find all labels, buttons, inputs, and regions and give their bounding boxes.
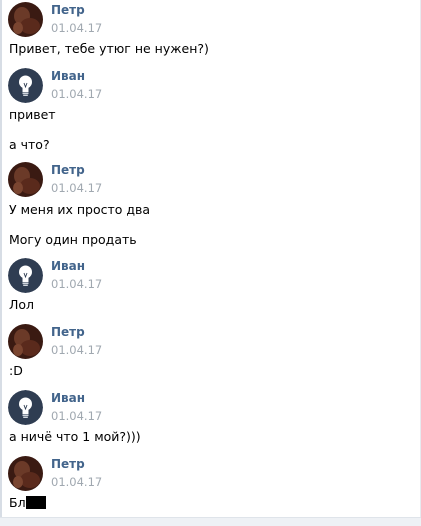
left-border	[0, 0, 2, 526]
message-text: Привет, тебе утюг не нужен?)	[9, 41, 209, 56]
author-name[interactable]: Иван	[51, 69, 85, 83]
message-text: У меня их просто два	[9, 202, 151, 217]
lightbulb-icon[interactable]	[8, 390, 43, 425]
author-name[interactable]: Петр	[51, 325, 85, 339]
user-photo-avatar[interactable]	[8, 456, 43, 491]
message-text: а что?	[9, 137, 50, 152]
author-name[interactable]: Петр	[51, 163, 85, 177]
user-photo-avatar[interactable]	[8, 2, 43, 37]
message-text: а ничё что 1 мой?)))	[9, 429, 141, 444]
author-name[interactable]: Иван	[51, 259, 85, 273]
author-name[interactable]: Иван	[51, 391, 85, 405]
message-text: Могу один продать	[9, 232, 137, 247]
bottom-scroll-edge	[0, 517, 421, 526]
message-text: привет	[9, 107, 56, 122]
message-text: :D	[9, 363, 23, 378]
user-photo-avatar[interactable]	[8, 324, 43, 359]
lightbulb-icon[interactable]	[8, 68, 43, 103]
author-name[interactable]: Петр	[51, 3, 85, 17]
message-date[interactable]: 01.04.17	[51, 87, 102, 101]
redaction-box	[25, 496, 46, 509]
message-date[interactable]: 01.04.17	[51, 277, 102, 291]
message-text: Лол	[9, 297, 35, 312]
message-date[interactable]: 01.04.17	[51, 475, 102, 489]
lightbulb-icon[interactable]	[8, 258, 43, 293]
message-date[interactable]: 01.04.17	[51, 21, 102, 35]
message-text-row: Бл	[9, 495, 46, 510]
message-date[interactable]: 01.04.17	[51, 343, 102, 357]
message-date[interactable]: 01.04.17	[51, 181, 102, 195]
message-text: Бл	[9, 495, 26, 510]
message-date[interactable]: 01.04.17	[51, 409, 102, 423]
author-name[interactable]: Петр	[51, 457, 85, 471]
user-photo-avatar[interactable]	[8, 162, 43, 197]
